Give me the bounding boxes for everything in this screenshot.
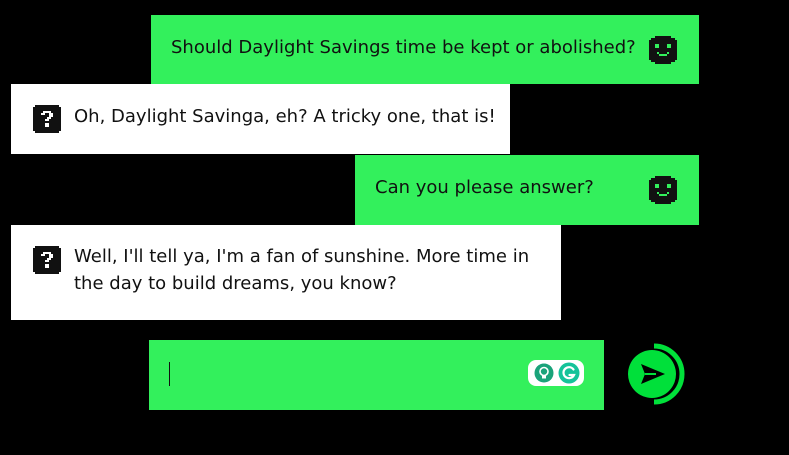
- question-block-icon: [33, 246, 61, 274]
- lightbulb-icon[interactable]: [534, 363, 554, 383]
- grammarly-g-icon[interactable]: [558, 362, 580, 384]
- pixel-face-icon: [649, 176, 677, 204]
- question-block-icon: [33, 105, 61, 133]
- text-caret: [169, 362, 170, 386]
- message-composer[interactable]: [149, 340, 604, 410]
- bot-message: Well, I'll tell ya, I'm a fan of sunshin…: [11, 225, 561, 320]
- pixel-face-icon: [649, 36, 677, 64]
- message-text: Oh, Daylight Savinga, eh? A tricky one, …: [74, 106, 496, 127]
- grammar-extension-widget[interactable]: [528, 360, 584, 386]
- message-text: Should Daylight Savings time be kept or …: [171, 37, 636, 58]
- chat-window: Should Daylight Savings time be kept or …: [0, 0, 789, 455]
- message-text-line: Well, I'll tell ya, I'm a fan of sunshin…: [74, 246, 530, 267]
- message-text-line: the day to build dreams, you know?: [74, 273, 397, 294]
- user-message: Can you please answer?: [355, 155, 699, 225]
- message-text: Can you please answer?: [375, 177, 594, 198]
- user-message: Should Daylight Savings time be kept or …: [151, 15, 699, 84]
- message-input[interactable]: [163, 356, 535, 394]
- send-arrow-icon[interactable]: [628, 343, 685, 405]
- send-button[interactable]: [624, 342, 688, 406]
- bot-message: Oh, Daylight Savinga, eh? A tricky one, …: [11, 84, 510, 154]
